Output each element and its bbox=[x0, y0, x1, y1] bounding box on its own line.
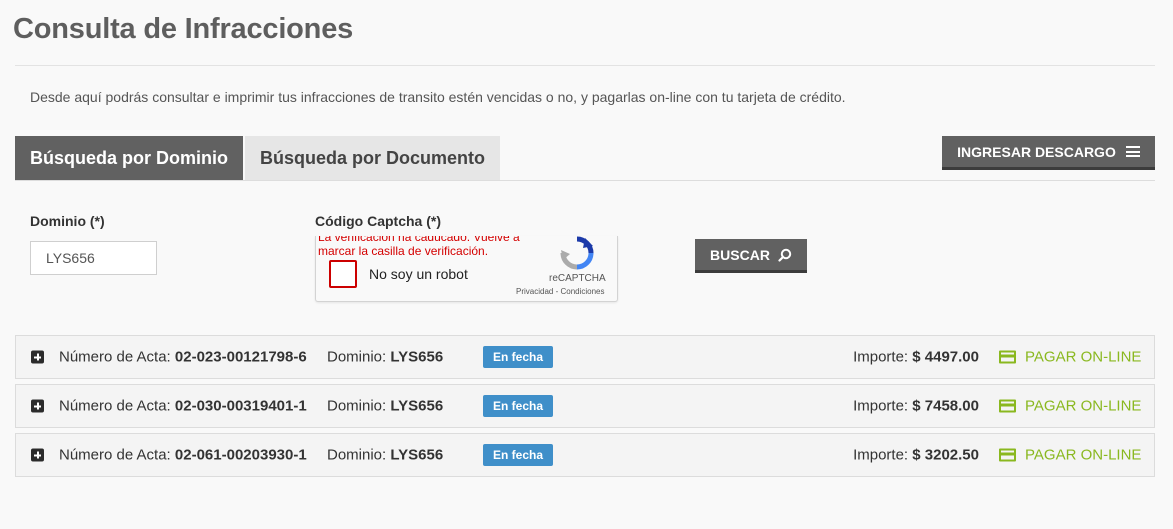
pagar-online-label: PAGAR ON-LINE bbox=[1025, 446, 1142, 464]
status-badge: En fecha bbox=[483, 346, 553, 368]
dominio-cell: Dominio: LYS656 bbox=[327, 447, 443, 464]
pagar-online-link[interactable]: PAGAR ON-LINE bbox=[999, 398, 1141, 415]
acta-number: 02-023-00121798-6 bbox=[174, 348, 307, 366]
acta-number: 02-061-00203930-1 bbox=[174, 446, 307, 464]
row-dominio-value: LYS656 bbox=[390, 446, 444, 464]
ingresar-descargo-label: INGRESAR DESCARGO bbox=[957, 143, 1116, 160]
acta-label: Número de Acta: bbox=[59, 446, 171, 464]
importe-value: $ 3202.50 bbox=[912, 446, 979, 464]
captcha-links[interactable]: Privacidad - Condiciones bbox=[516, 287, 605, 296]
recaptcha-logo-icon bbox=[560, 236, 594, 270]
acta-label: Número de Acta: bbox=[59, 397, 171, 415]
dominio-label: Dominio (*) bbox=[30, 213, 105, 229]
tab-busqueda-documento[interactable]: Búsqueda por Documento bbox=[245, 136, 500, 181]
recaptcha-widget: La verificación ha caducado. Vuelve a ma… bbox=[315, 236, 618, 302]
importe-cell: Importe: $ 7458.00 bbox=[853, 398, 979, 415]
buscar-label: BUSCAR bbox=[710, 246, 770, 263]
buscar-button[interactable]: BUSCAR bbox=[695, 239, 807, 273]
credit-card-icon bbox=[999, 399, 1016, 413]
acta-number: 02-030-00319401-1 bbox=[174, 397, 307, 415]
importe-cell: Importe: $ 3202.50 bbox=[853, 447, 979, 464]
importe-value: $ 7458.00 bbox=[912, 397, 979, 415]
dominio-cell: Dominio: LYS656 bbox=[327, 349, 443, 366]
ingresar-descargo-button[interactable]: INGRESAR DESCARGO bbox=[942, 136, 1155, 170]
row-dominio-value: LYS656 bbox=[390, 348, 444, 366]
importe-cell: Importe: $ 4497.00 bbox=[853, 349, 979, 366]
pagar-online-label: PAGAR ON-LINE bbox=[1025, 348, 1142, 366]
acta-cell: Número de Acta: 02-030-00319401-1 bbox=[59, 398, 307, 415]
acta-cell: Número de Acta: 02-061-00203930-1 bbox=[59, 447, 307, 464]
captcha-error-message: La verificación ha caducado. Vuelve a ma… bbox=[318, 236, 520, 258]
tab-busqueda-dominio[interactable]: Búsqueda por Dominio bbox=[15, 136, 243, 181]
captcha-label: Código Captcha (*) bbox=[315, 213, 441, 229]
infraccion-row[interactable]: Número de Acta: 02-061-00203930-1 Domini… bbox=[15, 433, 1155, 477]
row-dominio-label: Dominio: bbox=[327, 348, 387, 366]
menu-icon bbox=[1125, 146, 1140, 157]
intro-text: Desde aquí podrás consultar e imprimir t… bbox=[30, 89, 846, 105]
search-icon bbox=[778, 248, 792, 262]
pagar-online-label: PAGAR ON-LINE bbox=[1025, 397, 1142, 415]
status-badge: En fecha bbox=[483, 395, 553, 417]
captcha-brand: reCAPTCHA bbox=[549, 273, 606, 284]
dominio-cell: Dominio: LYS656 bbox=[327, 398, 443, 415]
row-dominio-value: LYS656 bbox=[390, 397, 444, 415]
infraccion-row[interactable]: Número de Acta: 02-023-00121798-6 Domini… bbox=[15, 335, 1155, 379]
credit-card-icon bbox=[999, 350, 1016, 364]
captcha-checkbox[interactable] bbox=[329, 260, 357, 288]
expand-plus-icon[interactable] bbox=[31, 448, 44, 462]
acta-label: Número de Acta: bbox=[59, 348, 171, 366]
dominio-input[interactable] bbox=[30, 241, 157, 275]
expand-plus-icon[interactable] bbox=[31, 350, 44, 364]
pagar-online-link[interactable]: PAGAR ON-LINE bbox=[999, 447, 1141, 464]
importe-value: $ 4497.00 bbox=[912, 348, 979, 366]
status-badge: En fecha bbox=[483, 444, 553, 466]
expand-plus-icon[interactable] bbox=[31, 399, 44, 413]
page-title: Consulta de Infracciones bbox=[13, 13, 354, 45]
credit-card-icon bbox=[999, 448, 1016, 462]
title-divider bbox=[15, 65, 1155, 66]
tabs-divider bbox=[15, 180, 1155, 181]
infraccion-row[interactable]: Número de Acta: 02-030-00319401-1 Domini… bbox=[15, 384, 1155, 428]
importe-label: Importe: bbox=[853, 348, 909, 366]
row-dominio-label: Dominio: bbox=[327, 397, 387, 415]
importe-label: Importe: bbox=[853, 397, 909, 415]
importe-label: Importe: bbox=[853, 446, 909, 464]
captcha-checkbox-text: No soy un robot bbox=[369, 266, 468, 282]
acta-cell: Número de Acta: 02-023-00121798-6 bbox=[59, 349, 307, 366]
pagar-online-link[interactable]: PAGAR ON-LINE bbox=[999, 349, 1141, 366]
row-dominio-label: Dominio: bbox=[327, 446, 387, 464]
